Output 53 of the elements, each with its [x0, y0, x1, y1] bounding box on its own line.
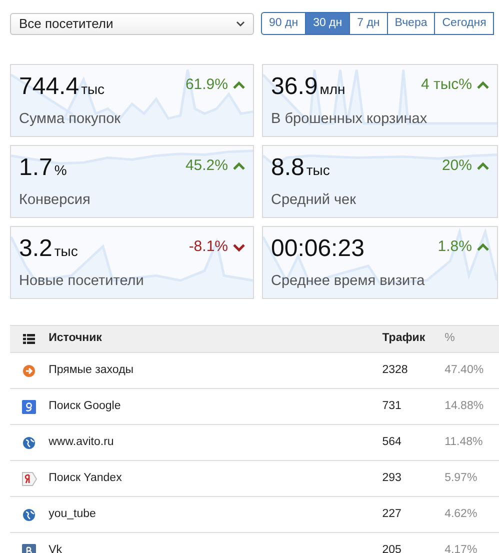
source-name: www.avito.ru: [48, 436, 114, 448]
column-header: Источник: [48, 332, 102, 344]
traffic-share: 14.88%: [444, 400, 484, 412]
traffic-count: 731: [382, 400, 402, 412]
metric-label: Новые посетители: [19, 272, 144, 289]
metric-value: 744.4тыс: [19, 73, 105, 102]
metric-label: Сумма покупок: [19, 110, 121, 127]
metric-value: 3.2 тыс: [19, 235, 78, 264]
traffic-share: 5.97%: [444, 472, 478, 484]
change-percent: 45.2%: [185, 156, 228, 176]
metric-value: 36.9 млн: [271, 73, 346, 102]
column-header: %: [444, 332, 455, 344]
change-percent: 61.9%: [185, 75, 228, 95]
tag-logo-icon: [22, 472, 37, 486]
square-logo-icon: [22, 400, 36, 414]
metric-label: В брошенных корзинах: [271, 110, 428, 127]
visitor-filter-select[interactable]: Все посетители: [10, 12, 254, 34]
metric-value: 1.7%: [19, 154, 67, 183]
period-tab[interactable]: 30 дн: [305, 12, 350, 35]
arrow-circle-icon: [23, 364, 36, 376]
square-logo-icon: [22, 544, 36, 553]
period-tab[interactable]: 90 дн: [261, 12, 306, 35]
period-tab[interactable]: Сегодня: [434, 12, 494, 35]
change-percent: -8.1%: [188, 237, 228, 257]
traffic-share: 11.48%: [444, 436, 483, 448]
metric-label: Среднее время визита: [271, 272, 425, 289]
metric-label: Средний чек: [271, 192, 356, 208]
globe-icon: [23, 508, 36, 520]
traffic-count: 564: [382, 436, 402, 448]
source-name: Поиск Yandex: [48, 472, 122, 484]
caret-icon: [236, 20, 245, 26]
traffic-share: 4.17%: [444, 544, 478, 553]
period-tab[interactable]: Вчера: [386, 12, 436, 35]
source-name: Поиск Google: [48, 400, 121, 412]
list-icon: [23, 334, 36, 344]
period-tab[interactable]: 7 дн: [349, 12, 388, 35]
source-name: Прямые заходы: [48, 364, 134, 376]
change-percent: 1.8%: [438, 237, 472, 257]
change-percent: 20%: [442, 156, 472, 176]
traffic-count: 227: [382, 508, 402, 520]
column-header: Трафик: [382, 332, 426, 344]
metric-value: 00:06:23: [271, 235, 364, 264]
traffic-count: 2328: [382, 364, 408, 376]
traffic-share: 4.62%: [444, 508, 478, 520]
traffic-count: 205: [382, 544, 402, 553]
traffic-count: 293: [382, 472, 402, 484]
traffic-share: 47.40%: [444, 364, 484, 376]
globe-icon: [23, 436, 36, 448]
metric-value: 8.8 тыс: [271, 154, 330, 183]
source-name: Vk: [48, 544, 62, 553]
change-percent: 4 тыс%: [421, 75, 472, 95]
metric-label: Конверсия: [19, 192, 90, 208]
source-name: you_tube: [48, 508, 96, 520]
